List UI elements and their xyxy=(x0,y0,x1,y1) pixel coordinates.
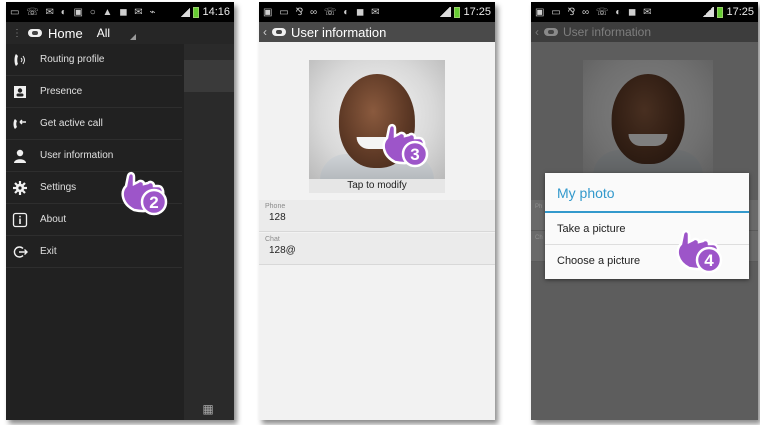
menu-item-label: About xyxy=(40,214,67,225)
tap-to-modify-label[interactable]: Tap to modify xyxy=(309,179,445,193)
filter-dropdown[interactable]: All xyxy=(97,26,110,40)
status-time: 17:25 xyxy=(463,6,491,18)
field-label: Ch xyxy=(535,235,543,241)
status-time: 14:16 xyxy=(202,6,230,18)
action-bar-dimmed: ‹ User information xyxy=(531,22,758,42)
signal-icon xyxy=(702,7,715,17)
notification-icons: ▣ ▭ ⅋ ∞ ☏ ◐ ◼ ✉ xyxy=(535,6,654,18)
drawer-indicator-icon[interactable]: ⋮ xyxy=(12,28,22,39)
back-icon: ‹ xyxy=(535,25,539,39)
app-logo-icon xyxy=(544,28,558,36)
page-title: User information xyxy=(563,25,652,39)
field-label: Chat xyxy=(265,236,280,243)
signal-icon xyxy=(439,7,452,17)
menu-item-user-information[interactable]: User information xyxy=(6,140,182,172)
menu-item-routing-profile[interactable]: Routing profile xyxy=(6,44,182,76)
status-bar: ▭ ☏ ✉ ◐ ▣ ○ ▲ ◼ ✉ ⌁ 14:16 xyxy=(6,2,234,22)
notification-icons: ▣ ▭ ⅋ ∞ ☏ ◐ ◼ ✉ xyxy=(263,6,382,18)
dialog-title: My photo xyxy=(545,173,749,213)
field-value: 128 xyxy=(269,212,286,223)
contact-card-icon xyxy=(12,84,28,100)
pointing-hand-icon: 3 xyxy=(377,122,441,172)
status-bar: ▣ ▭ ⅋ ∞ ☏ ◐ ◼ ✉ 17:25 xyxy=(531,2,758,22)
user-icon xyxy=(12,148,28,164)
page-title[interactable]: Home xyxy=(48,26,83,41)
dialpad-icon[interactable]: ▦ xyxy=(198,402,218,416)
signal-icon xyxy=(180,7,191,17)
battery-icon xyxy=(454,6,461,18)
menu-item-label: Settings xyxy=(40,182,77,193)
step-number: 4 xyxy=(704,251,714,270)
field-label: Ph xyxy=(535,204,543,210)
menu-item-presence[interactable]: Presence xyxy=(6,76,182,108)
field-label: Phone xyxy=(265,203,286,210)
content-behind-drawer xyxy=(184,44,234,420)
action-bar: ‹ User information xyxy=(259,22,495,42)
exit-icon xyxy=(12,244,28,260)
action-bar: ⋮ Home All xyxy=(6,22,234,44)
menu-item-exit[interactable]: Exit xyxy=(6,236,182,268)
info-icon xyxy=(12,212,28,228)
menu-item-label: User information xyxy=(40,150,114,161)
call-pickup-icon xyxy=(12,116,28,132)
gear-icon xyxy=(12,180,28,196)
menu-item-label: Exit xyxy=(40,246,57,257)
side-menu: Routing profile Presence Get active call… xyxy=(6,44,182,268)
menu-item-get-active-call[interactable]: Get active call xyxy=(6,108,182,140)
user-photo-dimmed xyxy=(583,60,713,176)
phone-field: Phone 128 xyxy=(259,200,495,232)
menu-item-label: Routing profile xyxy=(40,54,105,65)
app-logo-icon xyxy=(28,29,42,37)
step-number: 3 xyxy=(410,145,419,164)
app-logo-icon[interactable] xyxy=(272,28,286,36)
notification-icons: ▭ ☏ ✉ ◐ ▣ ○ ▲ ◼ ✉ ⌁ xyxy=(10,6,158,18)
status-bar: ▣ ▭ ⅋ ∞ ☏ ◐ ◼ ✉ 17:25 xyxy=(259,2,495,22)
phone-screen-user-info: ▣ ▭ ⅋ ∞ ☏ ◐ ◼ ✉ 17:25 ‹ User information… xyxy=(259,2,495,420)
menu-item-label: Presence xyxy=(40,86,83,97)
phone-screen-photo-dialog: ▣ ▭ ⅋ ∞ ☏ ◐ ◼ ✉ 17:25 ‹ User information… xyxy=(531,2,758,420)
menu-item-label: Get active call xyxy=(40,118,103,129)
page-title: User information xyxy=(291,24,387,40)
field-value: 128@ xyxy=(269,245,296,256)
chat-field: Chat 128@ xyxy=(259,233,495,265)
step-number: 2 xyxy=(149,193,158,212)
dropdown-arrow-icon[interactable] xyxy=(130,34,136,40)
pointing-hand-icon: 2 xyxy=(116,170,180,220)
status-time: 17:25 xyxy=(726,6,754,18)
phone-screen-menu: ▭ ☏ ✉ ◐ ▣ ○ ▲ ◼ ✉ ⌁ 14:16 ⋮ Home All Rou… xyxy=(6,2,234,420)
battery-icon xyxy=(193,6,200,18)
battery-icon xyxy=(717,6,724,18)
phone-handset-icon xyxy=(12,52,28,68)
content-behind-drawer-header xyxy=(184,60,234,92)
pointing-hand-icon: 4 xyxy=(671,228,735,278)
back-icon[interactable]: ‹ xyxy=(263,25,267,39)
